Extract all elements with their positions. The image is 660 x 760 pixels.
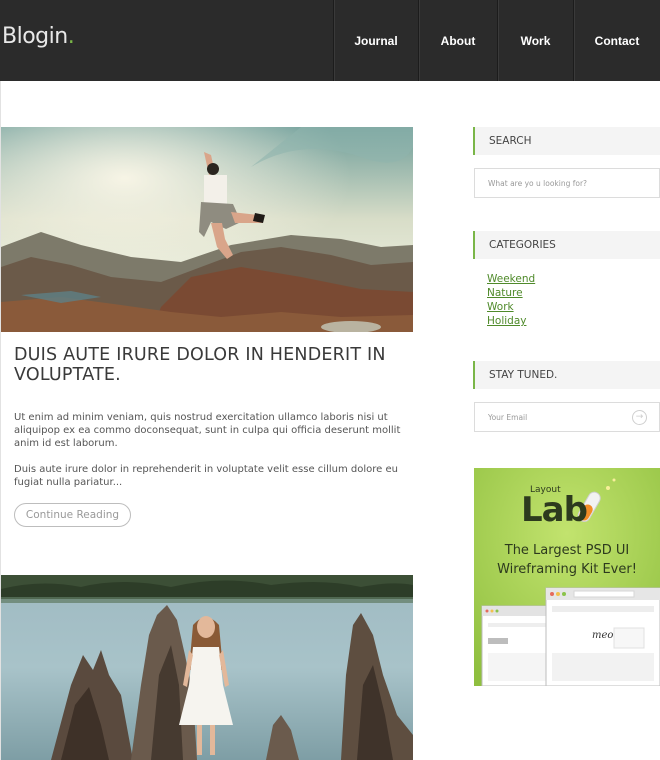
- post-featured-image[interactable]: [1, 127, 413, 332]
- categories-widget-heading: CATEGORIES: [473, 231, 660, 259]
- post-image-2[interactable]: [1, 575, 413, 760]
- ad-mock-brand: meo: [592, 630, 614, 641]
- category-link-work[interactable]: Work: [487, 300, 535, 314]
- category-link-nature[interactable]: Nature: [487, 286, 535, 300]
- search-widget-heading: SEARCH: [473, 127, 660, 155]
- nav-about[interactable]: About: [418, 0, 497, 81]
- post-excerpt-2: Duis aute irure dolor in reprehenderit i…: [14, 464, 398, 488]
- email-placeholder: Your Email: [488, 412, 528, 422]
- category-list: Weekend Nature Work Holiday: [487, 272, 535, 328]
- ad-tagline-line1: The Largest PSD UI: [504, 543, 630, 558]
- nav-work[interactable]: Work: [497, 0, 573, 81]
- ad-tagline-line2: Wireframing Kit Ever!: [497, 562, 637, 577]
- post-title[interactable]: DUIS AUTE IRURE DOLOR IN HENDERIT IN VOL…: [14, 345, 404, 385]
- category-link-holiday[interactable]: Holiday: [487, 314, 535, 328]
- main-nav: Journal About Work Contact: [333, 0, 660, 81]
- category-link-weekend[interactable]: Weekend: [487, 272, 535, 286]
- nav-contact[interactable]: Contact: [573, 0, 660, 81]
- arrow-right-icon[interactable]: →: [632, 410, 647, 425]
- continue-reading-button[interactable]: Continue Reading: [14, 503, 131, 527]
- newsletter-widget-heading: STAY TUNED.: [473, 361, 660, 389]
- site-logo[interactable]: Blogin.: [2, 24, 75, 49]
- site-header: Blogin. Journal About Work Contact: [0, 0, 660, 81]
- layoutlab-ad-banner[interactable]: Layout Lab The Largest PSD UI Wireframin…: [474, 468, 660, 686]
- ad-logo-big: Lab: [521, 490, 588, 530]
- nav-journal[interactable]: Journal: [333, 0, 418, 81]
- search-input[interactable]: What are yo u looking for?: [474, 168, 660, 198]
- search-placeholder: What are yo u looking for?: [488, 178, 588, 188]
- post-excerpt-1: Ut enim ad minim veniam, quis nostrud ex…: [14, 412, 401, 449]
- email-field[interactable]: Your Email →: [474, 402, 660, 432]
